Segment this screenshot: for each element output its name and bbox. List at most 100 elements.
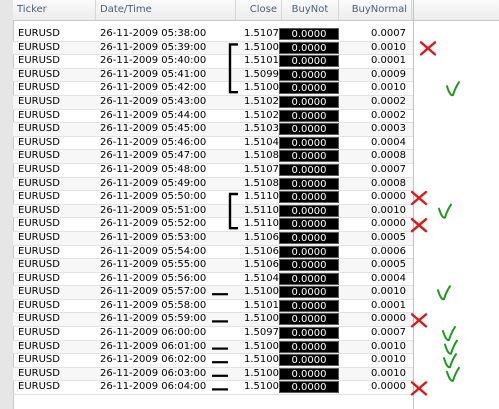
close-cell: 1.5100 (244, 41, 279, 53)
close-cell: 1.5103 (244, 123, 279, 135)
data-grid: Ticker Date/Time Close BuyNot BuyNormal … (0, 0, 413, 409)
buy-normal-cell: 0.0002 (371, 109, 406, 121)
ticker-cell: EURUSD (18, 299, 60, 311)
close-cell: 1.5101 (244, 299, 279, 311)
table-row[interactable]: EURUSD 26-11-2009 05:45:00 1.5103 0.0000 0.0… (13, 123, 413, 137)
table-row[interactable]: EURUSD 26-11-2009 05:40:00 1.5101 0.0000 0.0… (13, 55, 413, 69)
datetime-cell: 26-11-2009 05:42:00 (100, 82, 207, 94)
close-cell: 1.5110 (244, 218, 279, 230)
table-row[interactable]: EURUSD 26-11-2009 05:48:00 1.5107 0.0000 0.0… (13, 163, 413, 178)
table-row[interactable]: EURUSD 26-11-2009 05:59:00 1.5100 0.0000 0.0… (13, 313, 413, 328)
table-row[interactable]: EURUSD 26-11-2009 06:04:00 1.5100 0.0000 0.0… (13, 381, 413, 396)
table-row[interactable]: EURUSD 26-11-2009 06:01:00 1.5100 0.0000 0.0… (13, 340, 413, 355)
buy-not-cell: 0.0000 (279, 245, 339, 258)
ticker-cell: EURUSD (18, 191, 60, 203)
close-cell: 1.5101 (244, 55, 279, 67)
right-pane (413, 0, 499, 409)
ticker-cell: EURUSD (18, 245, 60, 257)
close-cell: 1.5100 (244, 82, 279, 94)
table-row[interactable]: EURUSD 26-11-2009 05:42:00 1.5100 0.0000 0.0… (13, 82, 413, 96)
ticker-cell: EURUSD (18, 286, 60, 298)
table-row[interactable]: EURUSD 26-11-2009 05:55:00 1.5106 0.0000 0.0… (13, 259, 413, 273)
ticker-cell: EURUSD (18, 354, 60, 366)
column-header-close[interactable]: Close (236, 0, 282, 20)
table-row[interactable]: EURUSD 26-11-2009 05:46:00 1.5104 0.0000 0.0… (13, 136, 413, 151)
table-row[interactable]: EURUSD 26-11-2009 05:41:00 1.5099 0.0000 0.0… (13, 68, 413, 83)
table-row[interactable]: EURUSD 26-11-2009 05:52:00 1.5110 0.0000 0.0… (13, 218, 413, 232)
buy-normal-cell: 0.0007 (371, 28, 406, 39)
buy-normal-cell: 0.0007 (371, 327, 406, 339)
table-row[interactable]: EURUSD 26-11-2009 06:00:00 1.5097 0.0000 0.0… (13, 327, 413, 341)
table-row[interactable]: EURUSD 26-11-2009 05:38:00 1.5107 0.0000 0.0… (13, 28, 413, 42)
buy-normal-cell: 0.0007 (371, 163, 406, 175)
ticker-cell: EURUSD (18, 55, 60, 67)
buy-normal-cell: 0.0004 (371, 272, 406, 284)
buy-normal-cell: 0.0008 (371, 150, 406, 162)
buy-normal-cell: 0.0000 (371, 191, 406, 203)
buy-normal-cell: 0.0010 (371, 340, 406, 352)
datetime-cell: 26-11-2009 05:40:00 (100, 55, 207, 67)
table-row[interactable]: EURUSD 26-11-2009 05:43:00 1.5102 0.0000 0.0… (13, 95, 413, 110)
datetime-cell: 26-11-2009 06:00:00 (100, 327, 207, 339)
buy-normal-cell: 0.0001 (371, 299, 406, 311)
table-row[interactable]: EURUSD 26-11-2009 05:58:00 1.5101 0.0000 0.0… (13, 299, 413, 314)
buy-not-cell: 0.0000 (279, 55, 339, 68)
ticker-cell: EURUSD (18, 136, 60, 148)
buy-not-cell: 0.0000 (279, 218, 339, 231)
buy-normal-cell: 0.0010 (371, 286, 406, 298)
buy-not-cell: 0.0000 (279, 313, 339, 326)
datetime-cell: 26-11-2009 05:49:00 (100, 177, 207, 189)
table-row[interactable]: EURUSD 26-11-2009 05:56:00 1.5104 0.0000 0.0… (13, 272, 413, 287)
column-header-buy-not[interactable]: BuyNot (282, 0, 339, 20)
buy-not-cell: 0.0000 (279, 259, 339, 272)
close-cell: 1.5108 (244, 150, 279, 162)
column-header-buy-normal[interactable]: BuyNormal (339, 0, 412, 20)
buy-normal-cell: 0.0010 (371, 82, 406, 94)
datetime-cell: 26-11-2009 05:44:00 (100, 109, 207, 121)
close-cell: 1.5097 (244, 327, 279, 339)
datetime-cell: 26-11-2009 05:58:00 (100, 299, 207, 311)
ticker-cell: EURUSD (18, 272, 60, 284)
datetime-cell: 26-11-2009 05:43:00 (100, 95, 207, 107)
ticker-cell: EURUSD (18, 381, 60, 393)
datetime-cell: 26-11-2009 05:59:00 (100, 313, 207, 325)
datetime-cell: 26-11-2009 06:04:00 (100, 381, 207, 393)
ticker-cell: EURUSD (18, 327, 60, 339)
buy-not-cell: 0.0000 (279, 231, 339, 244)
table-row[interactable]: EURUSD 26-11-2009 06:03:00 1.5100 0.0000 0.0… (13, 367, 413, 382)
grid-rows: EURUSD 26-11-2009 05:38:00 1.5107 0.0000 0.0… (13, 28, 413, 396)
close-cell: 1.5110 (244, 204, 279, 216)
table-row[interactable]: EURUSD 26-11-2009 05:39:00 1.5100 0.0000 0.0… (13, 41, 413, 56)
buy-not-cell: 0.0000 (279, 204, 339, 217)
close-cell: 1.5106 (244, 231, 279, 243)
buy-not-cell: 0.0000 (279, 354, 339, 367)
table-row[interactable]: EURUSD 26-11-2009 05:54:00 1.5106 0.0000 0.0… (13, 245, 413, 260)
ticker-cell: EURUSD (18, 163, 60, 175)
table-row[interactable]: EURUSD 26-11-2009 05:49:00 1.5108 0.0000 0.0… (13, 177, 413, 192)
column-header-ticker[interactable]: Ticker (13, 0, 96, 20)
datetime-cell: 26-11-2009 05:50:00 (100, 191, 207, 203)
buy-normal-cell: 0.0000 (371, 381, 406, 393)
datetime-cell: 26-11-2009 05:52:00 (100, 218, 207, 230)
ticker-cell: EURUSD (18, 123, 60, 135)
table-row[interactable]: EURUSD 26-11-2009 05:50:00 1.5110 0.0000 0.0… (13, 191, 413, 205)
buy-not-cell: 0.0000 (279, 163, 339, 176)
close-cell: 1.5100 (244, 354, 279, 366)
ticker-cell: EURUSD (18, 109, 60, 121)
table-row[interactable]: EURUSD 26-11-2009 05:47:00 1.5108 0.0000 0.0… (13, 150, 413, 164)
buy-not-cell: 0.0000 (279, 82, 339, 95)
buy-not-cell: 0.0000 (279, 367, 339, 380)
ticker-cell: EURUSD (18, 82, 60, 94)
table-row[interactable]: EURUSD 26-11-2009 05:44:00 1.5102 0.0000 0.0… (13, 109, 413, 124)
ticker-cell: EURUSD (18, 204, 60, 216)
table-row[interactable]: EURUSD 26-11-2009 06:02:00 1.5100 0.0000 0.0… (13, 354, 413, 368)
ticker-cell: EURUSD (18, 313, 60, 325)
table-row[interactable]: EURUSD 26-11-2009 05:51:00 1.5110 0.0000 0.0… (13, 204, 413, 219)
table-row[interactable]: EURUSD 26-11-2009 05:57:00 1.5100 0.0000 0.0… (13, 286, 413, 300)
grid-header: Ticker Date/Time Close BuyNot BuyNormal (13, 0, 413, 21)
table-row[interactable]: EURUSD 26-11-2009 05:53:00 1.5106 0.0000 0.0… (13, 231, 413, 246)
close-cell: 1.5104 (244, 136, 279, 148)
ticker-cell: EURUSD (18, 68, 60, 80)
datetime-cell: 26-11-2009 05:53:00 (100, 231, 207, 243)
column-header-datetime[interactable]: Date/Time (96, 0, 236, 20)
